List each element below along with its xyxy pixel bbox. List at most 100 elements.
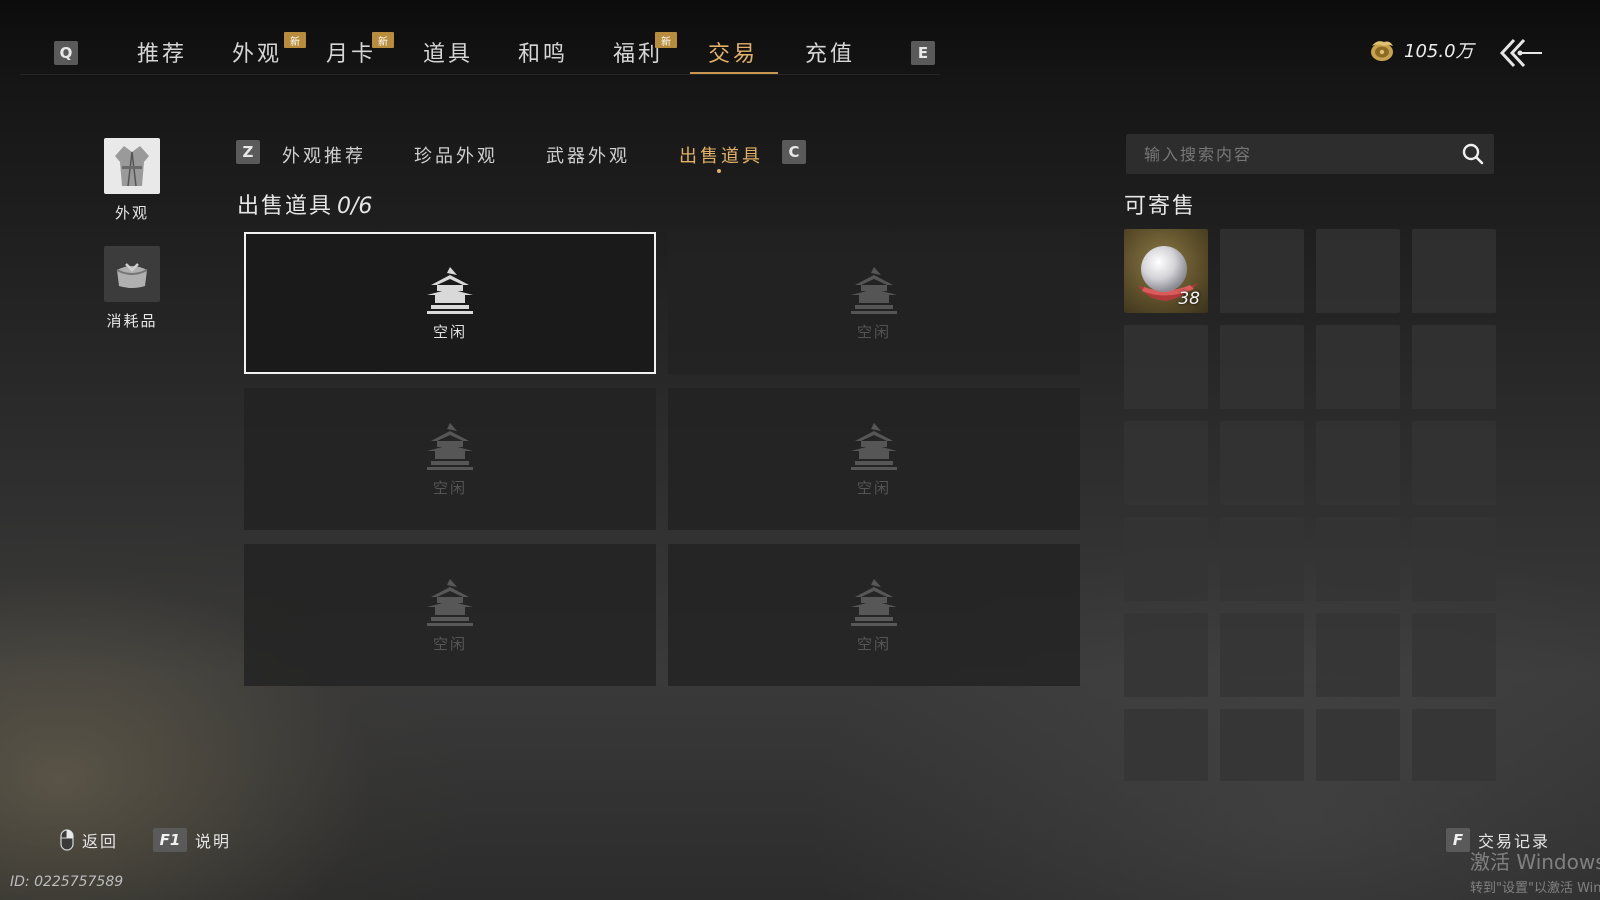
inventory-empty-cell[interactable]	[1316, 229, 1400, 313]
tab-label: 道具	[423, 42, 474, 67]
sell-slot[interactable]: 空闲	[668, 232, 1080, 374]
pavilion-icon	[851, 422, 897, 470]
slot-status-label: 空闲	[432, 478, 467, 497]
back-label: 返回	[82, 832, 119, 851]
inventory-item[interactable]: 38	[1124, 229, 1208, 313]
subtab-rare-appearance[interactable]: 珍品外观	[414, 142, 498, 168]
inventory-empty-cell[interactable]	[1220, 709, 1304, 781]
search-box	[1126, 134, 1494, 174]
slot-status-label: 空闲	[432, 322, 467, 341]
inventory-empty-cell[interactable]	[1220, 613, 1304, 697]
sell-title-text: 出售道具	[237, 194, 334, 219]
inventory-empty-cell[interactable]	[1412, 709, 1496, 781]
inventory-empty-cell[interactable]	[1124, 325, 1208, 409]
inventory-empty-cell[interactable]	[1220, 325, 1304, 409]
inventory-empty-cell[interactable]	[1316, 325, 1400, 409]
back-hint[interactable]: 返回	[60, 828, 118, 852]
tab-recommend[interactable]: 推荐	[137, 36, 187, 70]
inventory-empty-cell[interactable]	[1124, 421, 1208, 505]
slot-status-label: 空闲	[856, 322, 891, 341]
slot-status-label: 空闲	[432, 634, 467, 653]
watermark-line1: 激活 Windows	[1470, 850, 1600, 874]
tab-trade[interactable]: 交易	[708, 36, 758, 70]
sell-count: 0/6	[337, 194, 373, 219]
currency-display: 105.0万	[1368, 36, 1474, 64]
watermark-line2: 转到"设置"以激活 Windows。	[1470, 881, 1600, 896]
inventory-empty-cell[interactable]	[1412, 613, 1496, 697]
search-input[interactable]	[1126, 134, 1446, 174]
tab-monthly-card[interactable]: 月卡新	[326, 32, 394, 70]
prev-subtab-key-hint[interactable]: Z	[236, 140, 260, 164]
next-subtab-key-hint[interactable]: C	[782, 140, 806, 164]
tab-label: 月卡	[326, 42, 377, 67]
help-key: F1	[153, 828, 187, 852]
active-subtab-indicator	[717, 169, 721, 173]
tab-appearance[interactable]: 外观新	[232, 32, 306, 70]
tab-label: 交易	[708, 42, 759, 67]
tab-harmony[interactable]: 和鸣	[518, 36, 568, 70]
inventory-empty-cell[interactable]	[1412, 517, 1496, 601]
sell-slot[interactable]: 空闲	[244, 544, 656, 686]
sell-slot[interactable]: 空闲	[244, 388, 656, 530]
pavilion-icon	[427, 422, 473, 470]
prev-tab-key-hint[interactable]: Q	[54, 41, 78, 65]
tab-label: 推荐	[137, 42, 188, 67]
category-consumables[interactable]: 消耗品	[100, 246, 164, 331]
currency-amount: 105.0万	[1404, 41, 1474, 62]
available-section-title: 可寄售	[1124, 194, 1197, 219]
robe-icon	[104, 138, 160, 194]
inventory-empty-cell[interactable]	[1220, 421, 1304, 505]
tab-label: 充值	[805, 42, 856, 67]
nav-divider	[20, 74, 940, 75]
search-icon[interactable]	[1462, 143, 1484, 165]
inventory-empty-cell[interactable]	[1412, 229, 1496, 313]
sell-slot[interactable]: 空闲	[668, 388, 1080, 530]
subtab-sell-items[interactable]: 出售道具	[679, 142, 763, 168]
tab-recharge[interactable]: 充值	[805, 36, 855, 70]
sell-slot[interactable]: 空闲	[668, 544, 1080, 686]
inventory-empty-cell[interactable]	[1316, 517, 1400, 601]
pavilion-icon	[851, 266, 897, 314]
inventory-empty-cell[interactable]	[1124, 709, 1208, 781]
back-arrow-icon[interactable]	[1498, 36, 1544, 70]
mouse-icon	[60, 829, 74, 851]
inventory-empty-cell[interactable]	[1316, 421, 1400, 505]
pavilion-icon	[851, 578, 897, 626]
tab-label: 外观	[232, 42, 283, 67]
sell-slot[interactable]: 空闲	[244, 232, 656, 374]
tab-label: 和鸣	[518, 42, 569, 67]
dragon-coin-icon	[1371, 41, 1393, 61]
tab-items[interactable]: 道具	[423, 36, 473, 70]
new-badge: 新	[655, 32, 677, 48]
category-appearance[interactable]: 外观	[100, 138, 164, 223]
pavilion-icon	[427, 578, 473, 626]
inventory-empty-cell[interactable]	[1412, 421, 1496, 505]
category-label: 消耗品	[106, 312, 158, 330]
bundle-icon	[104, 246, 160, 302]
inventory-empty-cell[interactable]	[1316, 709, 1400, 781]
tab-welfare[interactable]: 福利新	[613, 32, 677, 70]
new-badge: 新	[284, 32, 306, 48]
next-tab-key-hint[interactable]: E	[911, 41, 935, 65]
history-key: F	[1446, 828, 1470, 852]
inventory-empty-cell[interactable]	[1412, 325, 1496, 409]
help-hint[interactable]: F1 说明	[153, 828, 231, 852]
help-label: 说明	[195, 832, 232, 851]
user-id: ID: 0225757589	[10, 874, 124, 890]
windows-activation-watermark: 激活 Windows 转到"设置"以激活 Windows。	[1470, 846, 1600, 900]
subtab-weapon-appearance[interactable]: 武器外观	[546, 142, 630, 168]
slot-status-label: 空闲	[856, 634, 891, 653]
top-navigation: Q 推荐 外观新 月卡新 道具 和鸣 福利新 交易 充值 E 105.0万	[0, 0, 1600, 100]
slot-status-label: 空闲	[856, 478, 891, 497]
inventory-empty-cell[interactable]	[1220, 517, 1304, 601]
inventory-empty-cell[interactable]	[1124, 517, 1208, 601]
inventory-empty-cell[interactable]	[1220, 229, 1304, 313]
item-count: 38	[1178, 289, 1200, 309]
new-badge: 新	[372, 32, 394, 48]
inventory-empty-cell[interactable]	[1316, 613, 1400, 697]
inventory-empty-cell[interactable]	[1124, 613, 1208, 697]
subtab-appearance-recommend[interactable]: 外观推荐	[282, 142, 366, 168]
sell-section-title: 出售道具 0/6	[237, 188, 372, 220]
pavilion-icon	[427, 266, 473, 314]
category-label: 外观	[114, 204, 149, 222]
